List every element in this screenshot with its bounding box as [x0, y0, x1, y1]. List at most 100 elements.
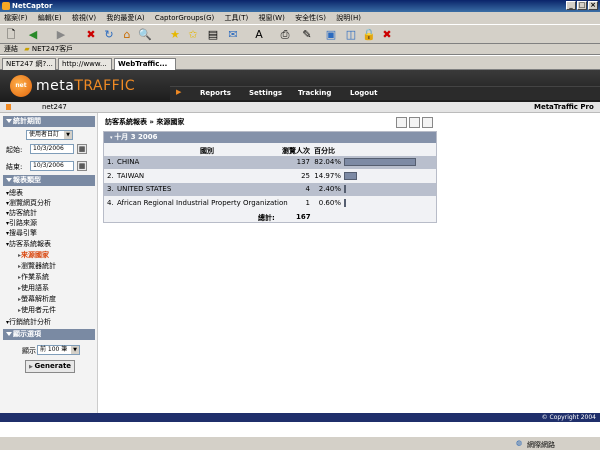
- nav-reports[interactable]: Reports: [200, 89, 231, 97]
- total-value: 167: [296, 213, 311, 221]
- lock-icon[interactable]: 🔒: [362, 28, 376, 42]
- tab-webtraffic[interactable]: WebTraffic...: [114, 58, 176, 70]
- sidebar-item-components[interactable]: 使用者元件: [18, 305, 56, 315]
- sub-header: net247 MetaTraffic Pro: [0, 102, 600, 113]
- close-button[interactable]: ×: [588, 1, 598, 10]
- stats-period-header[interactable]: 統計期間: [3, 116, 95, 127]
- display-count-select[interactable]: 前 100 筆 ▼: [37, 345, 80, 355]
- stop-icon[interactable]: ✖: [84, 28, 98, 42]
- sidebar-item-os[interactable]: 作業系統: [18, 272, 49, 282]
- new-page-icon[interactable]: 🗋: [4, 28, 18, 42]
- menu-tools[interactable]: 工具(T): [224, 14, 248, 22]
- sidebar-item-search-engines[interactable]: 搜尋引擎: [6, 228, 37, 238]
- nav-logout[interactable]: Logout: [350, 89, 377, 97]
- favorites-star-icon[interactable]: ★: [168, 28, 182, 42]
- refresh-icon[interactable]: ↻: [102, 28, 116, 42]
- print-icon[interactable]: ⎙: [278, 28, 292, 42]
- sidebar-item-summary[interactable]: 總表: [6, 188, 23, 198]
- sidebar: 統計期間 使用者日訂 ▼ 起始: 10/3/2006 ▦ 結束: 10/3/200…: [0, 113, 98, 413]
- menu-favorites[interactable]: 我的最愛(A): [106, 14, 144, 22]
- sidebar-item-referrers[interactable]: 引路來源: [6, 218, 37, 228]
- minimize-button[interactable]: _: [566, 1, 576, 10]
- end-label: 結束:: [6, 163, 23, 171]
- site-name: net247: [42, 103, 67, 111]
- sidebar-item-resolution[interactable]: 螢幕解析度: [18, 294, 56, 304]
- sidebar-item-languages[interactable]: 使用語系: [18, 283, 49, 293]
- col-percent-header: 百分比: [314, 147, 335, 155]
- copy-report-icon[interactable]: [422, 117, 433, 128]
- col-country-header: 國別: [200, 147, 214, 155]
- end-date-input[interactable]: 10/3/2006: [30, 161, 74, 171]
- tab-net247[interactable]: NET247 網?...: [2, 58, 56, 70]
- generate-button[interactable]: ▶ Generate: [25, 360, 75, 373]
- links-label: 連結: [4, 45, 18, 53]
- sidebar-item-visitor-systems[interactable]: 訪客系統報表: [6, 239, 51, 249]
- maximize-button[interactable]: □: [577, 1, 587, 10]
- close-tab-icon[interactable]: ✖: [380, 28, 394, 42]
- export-icon[interactable]: [396, 117, 407, 128]
- sidebar-item-countries[interactable]: 來源國家: [18, 250, 49, 260]
- tile-windows-icon[interactable]: ◫: [344, 28, 358, 42]
- row-number: 1.: [107, 158, 114, 166]
- print-report-icon[interactable]: [409, 117, 420, 128]
- forward-icon[interactable]: ▶: [54, 28, 68, 42]
- site-arrow-icon: [6, 104, 11, 110]
- add-favorite-icon[interactable]: ✩: [186, 28, 200, 42]
- sidebar-item-visitor-stats[interactable]: 訪客統計: [6, 208, 37, 218]
- end-calendar-icon[interactable]: ▦: [77, 161, 87, 171]
- row-number: 3.: [107, 185, 114, 193]
- tab-http[interactable]: http://www...: [58, 58, 112, 70]
- total-label: 總計:: [258, 214, 275, 222]
- row-percent: 14.97%: [314, 172, 341, 180]
- display-options-header[interactable]: 顯示選項: [3, 329, 95, 340]
- menu-captorgroups[interactable]: CaptorGroups(G): [155, 14, 214, 22]
- font-size-icon[interactable]: A: [252, 28, 266, 42]
- start-date-input[interactable]: 10/3/2006: [30, 144, 74, 154]
- sidebar-item-page-analysis[interactable]: 瀏覽網頁分析: [6, 198, 51, 208]
- nav-tracking[interactable]: Tracking: [298, 89, 331, 97]
- chevron-down-icon: ▼: [64, 131, 72, 139]
- back-icon[interactable]: ◀: [26, 28, 40, 42]
- mail-icon[interactable]: ✉: [226, 28, 240, 42]
- period-select[interactable]: 使用者日訂 ▼: [26, 130, 73, 140]
- window-title-bar: NetCaptor _ □ ×: [0, 0, 600, 12]
- nav-settings[interactable]: Settings: [249, 89, 282, 97]
- links-folder[interactable]: NET247客戶: [32, 45, 73, 53]
- status-bar: ◍ 網際網路: [0, 436, 600, 450]
- menu-security[interactable]: 安全性(S): [295, 14, 326, 22]
- start-calendar-icon[interactable]: ▦: [77, 144, 87, 154]
- row-share-bar: [344, 185, 346, 193]
- col-visits-header: 瀏覽人次: [282, 147, 310, 155]
- home-icon[interactable]: ⌂: [120, 28, 134, 42]
- history-icon[interactable]: ▤: [206, 28, 220, 42]
- logo-mark: net: [10, 75, 32, 97]
- menu-edit[interactable]: 編輯(E): [38, 14, 62, 22]
- row-share-bar: [344, 172, 357, 180]
- toolbar: 🗋 ◀ ▶ ✖ ↻ ⌂ 🔍 ★ ✩ ▤ ✉ A ⎙ ✎ ▣ ◫ 🔒 ✖: [0, 24, 600, 44]
- report-date-header: ▾ 十月 3 2006: [104, 132, 436, 143]
- chevron-down-icon: ▼: [71, 346, 79, 354]
- menu-help[interactable]: 說明(H): [336, 14, 361, 22]
- zone-label: 網際網路: [527, 441, 555, 449]
- links-bar: 連結 ▰ NET247客戶: [0, 44, 600, 55]
- menu-window[interactable]: 視窗(W): [258, 14, 284, 22]
- tab-bar: NET247 網?... http://www... WebTraffic...: [0, 56, 600, 70]
- row-share-bar: [344, 199, 346, 207]
- window-title: NetCaptor: [12, 2, 53, 10]
- window-layout-icon[interactable]: ▣: [324, 28, 338, 42]
- row-country: African Regional Industrial Property Org…: [117, 199, 288, 207]
- globe-icon: ◍: [516, 439, 523, 447]
- product-name: MetaTraffic Pro: [534, 103, 594, 111]
- search-icon[interactable]: 🔍: [138, 28, 152, 42]
- row-share-bar: [344, 158, 416, 166]
- menu-view[interactable]: 檢視(V): [72, 14, 96, 22]
- menu-file[interactable]: 檔案(F): [4, 14, 28, 22]
- row-country: CHINA: [117, 158, 140, 166]
- report-type-header[interactable]: 報表類型: [3, 175, 95, 186]
- start-label: 起始:: [6, 146, 23, 154]
- edit-page-icon[interactable]: ✎: [300, 28, 314, 42]
- sidebar-item-browsers[interactable]: 瀏覽器統計: [18, 261, 56, 271]
- display-label: 顯示: [22, 347, 36, 355]
- row-percent: 2.40%: [318, 185, 341, 193]
- sidebar-item-marketing[interactable]: 行銷統計分析: [6, 317, 51, 327]
